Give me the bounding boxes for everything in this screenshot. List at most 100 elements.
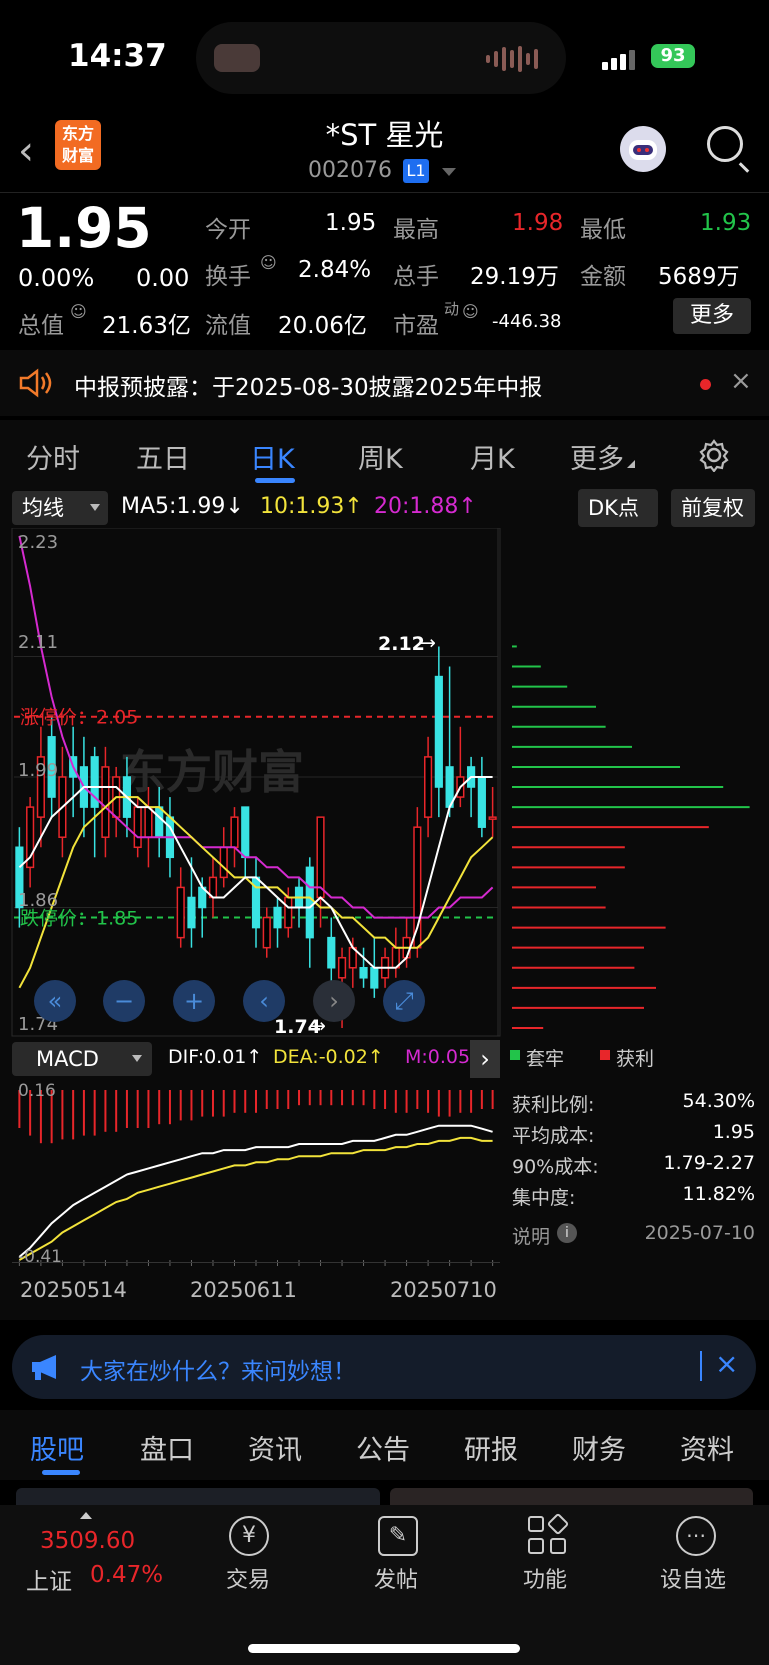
notice-bar[interactable]: 中报预披露：于2025-08-30披露2025年中报 ×	[0, 350, 769, 416]
candle	[36, 726, 45, 848]
info-icon[interactable]: ☺	[462, 302, 479, 321]
expand-right-icon[interactable]: ›	[470, 1040, 500, 1078]
scroll-left-fast-icon[interactable]: «	[34, 980, 76, 1022]
audio-wave-icon	[486, 46, 538, 72]
info-icon[interactable]: i	[557, 1223, 577, 1243]
info-icon[interactable]: ☺	[260, 253, 277, 272]
tab-finance[interactable]: 财务	[572, 1428, 626, 1467]
more-button[interactable]: 更多	[673, 298, 751, 334]
candle	[90, 746, 99, 858]
candle	[219, 827, 228, 888]
date-tick-3: 20250710	[390, 1278, 497, 1302]
candle	[208, 857, 218, 918]
adjust-button[interactable]: 前复权	[671, 489, 755, 527]
limit-down-label: 跌停价：1.85	[20, 908, 138, 930]
candlestick-chart[interactable]: 东方财富 2.23 2.11 1.99 1.86 1.74 涨停价：2.05 跌…	[0, 528, 769, 1038]
date-tick-1: 20250514	[20, 1278, 127, 1302]
macd-dropdown-label: MACD	[36, 1047, 99, 1071]
chip-info-value: 1.95	[712, 1121, 755, 1143]
tab-announcements[interactable]: 公告	[356, 1428, 410, 1467]
chevron-up-icon[interactable]	[80, 1512, 92, 1519]
tab-intraday[interactable]: 分时	[26, 437, 80, 476]
chip-info-value: 11.82%	[682, 1183, 755, 1205]
change-percent: 0.00%	[18, 264, 95, 292]
tab-guba[interactable]: 股吧	[30, 1428, 84, 1467]
signal-icon	[602, 44, 635, 70]
trapped-legend-label: 套牢	[526, 1048, 565, 1070]
candle	[327, 917, 336, 988]
search-icon[interactable]	[707, 126, 743, 162]
chevron-down-icon[interactable]	[442, 168, 456, 176]
nav-trade[interactable]: 交易	[226, 1562, 270, 1594]
index-value[interactable]: 3509.60	[40, 1528, 135, 1554]
trapped-legend-swatch	[510, 1050, 520, 1060]
fullscreen-icon[interactable]: ⤢	[383, 980, 425, 1022]
nav-post[interactable]: 发帖	[374, 1562, 418, 1594]
candle	[262, 907, 271, 958]
chip-info-label: 90%成本:	[512, 1156, 599, 1178]
info-icon[interactable]: ☺	[70, 302, 87, 321]
candle	[144, 787, 153, 868]
candle	[101, 746, 110, 858]
candle-body	[241, 806, 250, 859]
media-thumbnail	[214, 44, 260, 72]
chip-info-label: 获利比例:	[512, 1094, 595, 1116]
index-name[interactable]: 上证	[26, 1562, 72, 1596]
tab-monthly-k[interactable]: 月K	[470, 437, 515, 476]
profit-legend-label: 获利	[616, 1048, 655, 1070]
zoom-in-icon[interactable]: +	[173, 980, 215, 1022]
nav-watchlist[interactable]: 设自选	[660, 1562, 726, 1594]
scroll-right-icon[interactable]: ›	[313, 980, 355, 1022]
tab-profile[interactable]: 资料	[680, 1428, 734, 1467]
candle-body	[144, 806, 153, 838]
candle-body	[219, 846, 228, 879]
candle-body	[176, 886, 185, 939]
volume-label: 总手	[393, 264, 439, 290]
grid-apps-icon[interactable]	[528, 1512, 570, 1556]
zoom-out-icon[interactable]: −	[103, 980, 145, 1022]
compose-icon[interactable]: ✎	[378, 1516, 418, 1556]
assistant-robot-icon[interactable]	[620, 126, 666, 172]
ma5-text: MA5:1.99	[121, 494, 226, 519]
candle-body	[230, 816, 239, 849]
tab-research[interactable]: 研报	[464, 1428, 518, 1467]
settings-gear-icon[interactable]	[697, 438, 731, 472]
tab-more[interactable]: 更多	[570, 437, 624, 476]
chip-info-label: 平均成本:	[512, 1125, 595, 1147]
battery-indicator: 93	[651, 44, 695, 68]
scroll-left-icon[interactable]: ‹	[243, 980, 285, 1022]
float-value: 20.06亿	[278, 313, 367, 339]
candle-body	[101, 766, 110, 838]
divider	[0, 192, 769, 193]
close-icon[interactable]: ×	[730, 366, 752, 396]
tab-news[interactable]: 资讯	[248, 1428, 302, 1467]
home-indicator[interactable]	[248, 1644, 520, 1653]
index-change[interactable]: 0.47%	[90, 1562, 163, 1588]
open-label: 今开	[205, 217, 251, 243]
candle-body	[273, 906, 282, 929]
tab-weekly-k[interactable]: 周K	[358, 437, 403, 476]
macd-dropdown[interactable]: MACD	[12, 1042, 152, 1076]
candle-body	[434, 675, 443, 788]
ask-ai-bar[interactable]: 大家在炒什么？来问妙想！ ×	[12, 1335, 756, 1399]
close-icon[interactable]: ×	[715, 1347, 738, 1380]
macd-chart[interactable]: 0.16 -0.41	[0, 1080, 502, 1266]
more-dots-icon[interactable]: ⋯	[676, 1516, 716, 1556]
tab-daily-k[interactable]: 日K	[250, 437, 295, 476]
current-price: 1.95	[16, 196, 152, 260]
candle	[488, 787, 497, 838]
level-badge[interactable]: L1	[403, 159, 429, 183]
nav-functions[interactable]: 功能	[523, 1562, 567, 1594]
high-value: 1.98	[512, 210, 564, 236]
dk-point-button[interactable]: DK点	[578, 489, 658, 527]
candle	[445, 666, 454, 818]
candle	[359, 947, 368, 988]
candle-body	[477, 776, 486, 828]
candle-body	[155, 806, 164, 838]
tab-pankou[interactable]: 盘口	[140, 1428, 194, 1467]
trade-yen-icon[interactable]: ¥	[229, 1516, 269, 1556]
indicator-dropdown[interactable]: 均线	[12, 491, 108, 525]
float-label: 流值	[205, 313, 251, 339]
macd-dea-line	[18, 1136, 493, 1261]
tab-five-day[interactable]: 五日	[136, 437, 190, 476]
